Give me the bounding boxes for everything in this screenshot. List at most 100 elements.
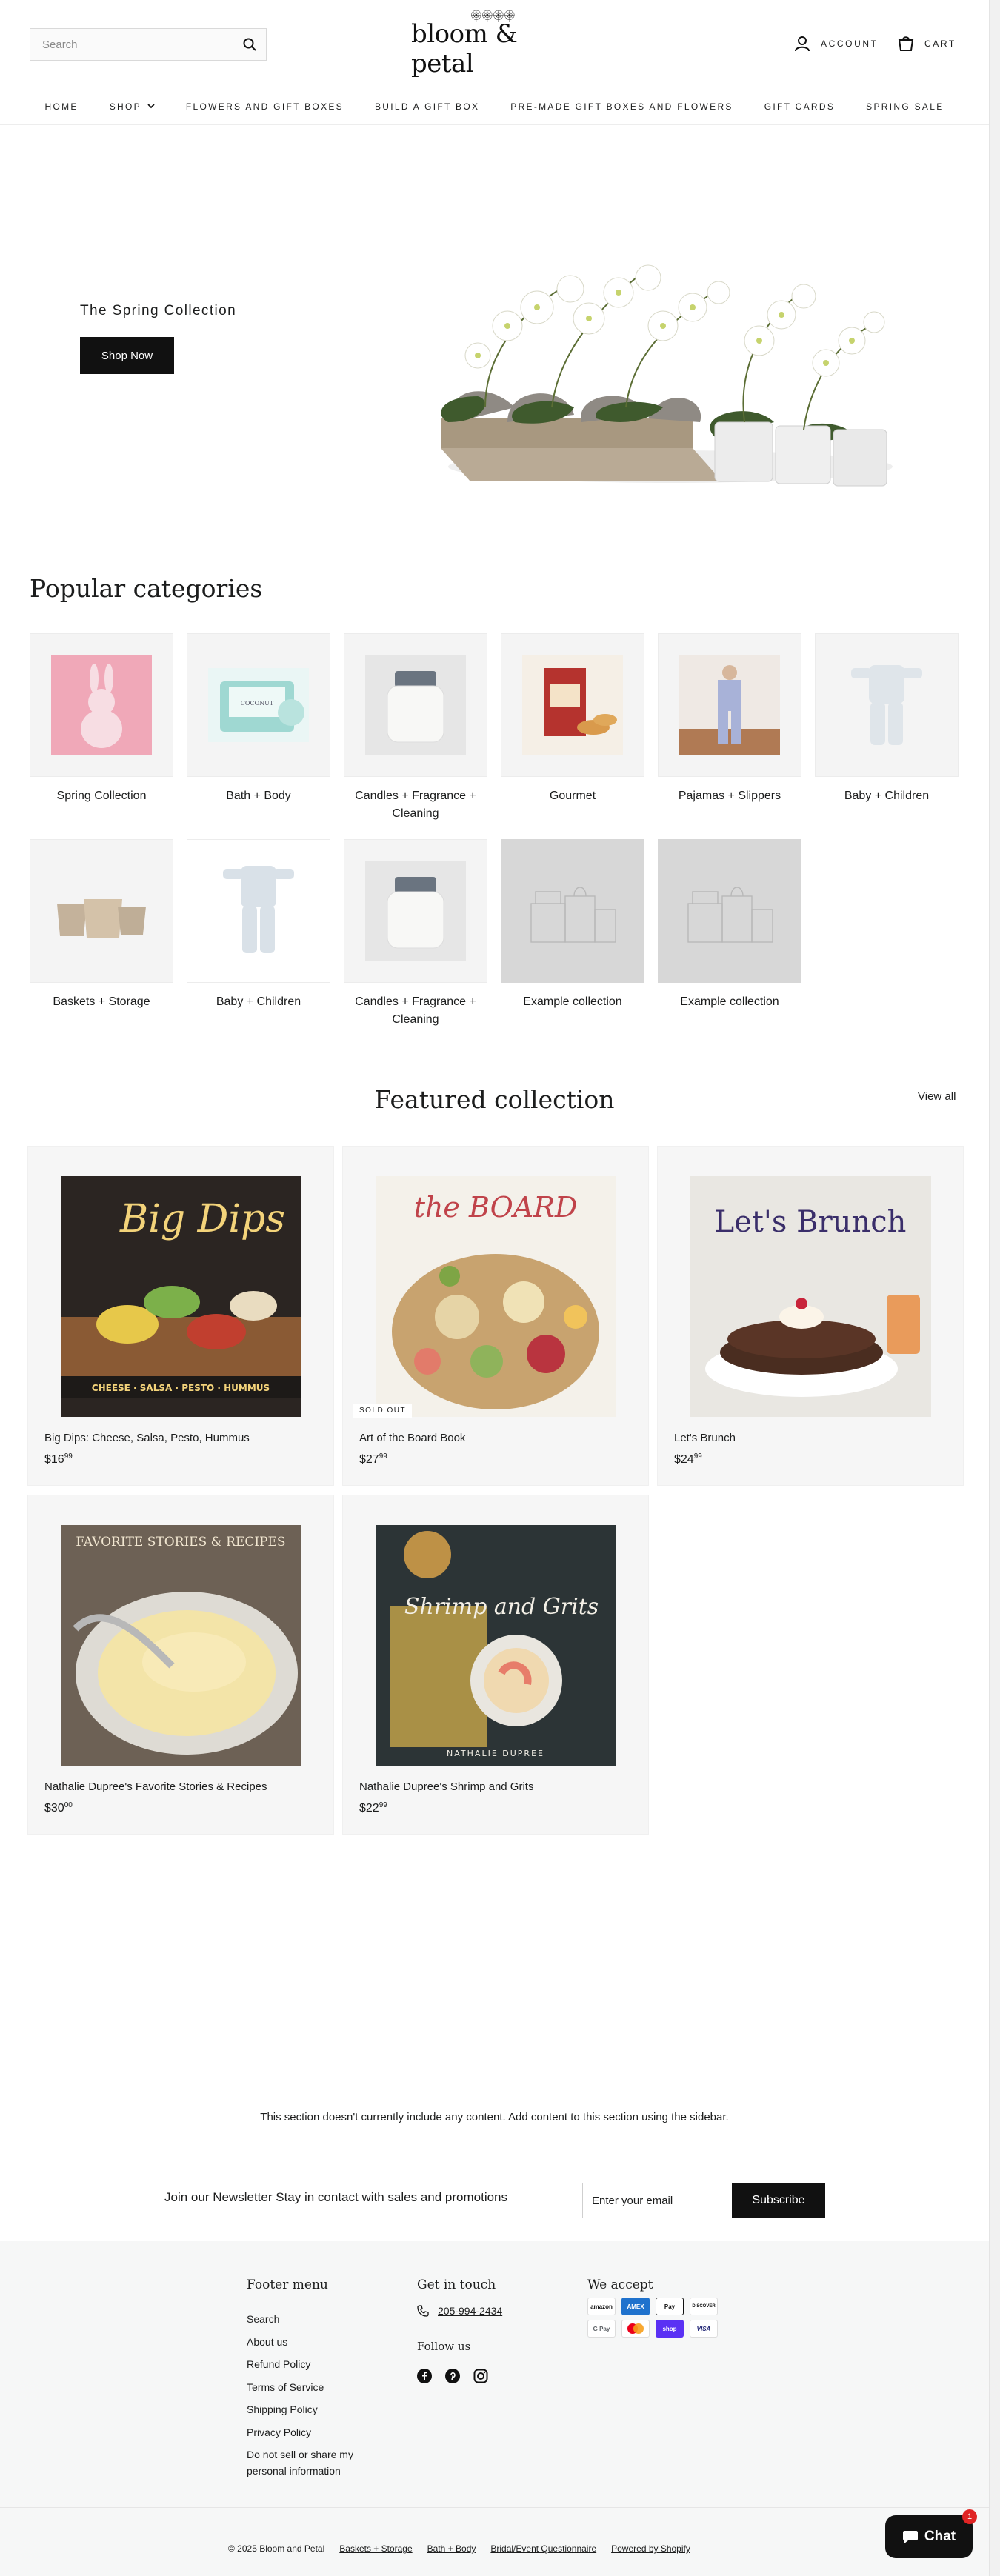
- nav-premade-label: PRE-MADE GIFT BOXES AND FLOWERS: [510, 101, 733, 112]
- category-image-placeholder: [501, 839, 644, 983]
- subscribe-button[interactable]: Subscribe: [732, 2183, 825, 2218]
- placeholder-collection-icon: [530, 887, 616, 943]
- category-label: Spring Collection: [56, 790, 147, 802]
- sold-out-badge: SOLD OUT: [353, 1404, 413, 1418]
- discover-icon: DISCOVER: [690, 2298, 718, 2315]
- product-name: Art of the Board Book: [359, 1432, 466, 1444]
- nav-home-label: HOME: [44, 101, 79, 112]
- price-cents: 00: [64, 1801, 73, 1809]
- account-link[interactable]: ACCOUNT: [794, 33, 879, 55]
- mastercard-circles: [627, 2323, 644, 2334]
- nav-home[interactable]: HOME: [44, 101, 78, 112]
- product-name: Nathalie Dupree's Favorite Stories & Rec…: [44, 1781, 267, 1793]
- phone-icon: [417, 2305, 429, 2317]
- art-of-board-cover-image: the BOARD: [376, 1176, 616, 1417]
- chat-bubble-icon: [902, 2531, 918, 2543]
- product-card-favorite-stories[interactable]: FAVORITE STORIES & RECIPES Nathalie Dupr…: [27, 1495, 334, 1835]
- logo-text: bloom & petal: [411, 19, 518, 79]
- nav-gift-cards[interactable]: GIFT CARDS: [764, 101, 835, 112]
- favorite-stories-cover-image: FAVORITE STORIES & RECIPES: [61, 1525, 301, 1766]
- facebook-icon[interactable]: [417, 2369, 432, 2383]
- category-label: Pajamas + Slippers: [678, 790, 781, 802]
- footer-link-do-not-sell[interactable]: Do not sell or share my personal informa…: [247, 2446, 387, 2479]
- category-candles[interactable]: Candles + Fragrance + Cleaning: [344, 633, 487, 823]
- category-spring-collection[interactable]: Spring Collection: [30, 633, 173, 805]
- search-box: [30, 28, 267, 61]
- cover-title: FAVORITE STORIES & RECIPES: [76, 1535, 285, 1549]
- category-example-1[interactable]: Example collection: [501, 839, 644, 1011]
- nav-spring-sale-label: SPRING SALE: [866, 101, 944, 112]
- shop-now-button[interactable]: Shop Now: [80, 337, 174, 374]
- chat-label: Chat: [924, 2529, 956, 2544]
- pinterest-icon[interactable]: [445, 2369, 460, 2383]
- category-label: Candles + Fragrance + Cleaning: [355, 995, 476, 1026]
- popular-categories-title: Popular categories: [30, 574, 263, 603]
- product-image: the BOARD: [376, 1176, 616, 1417]
- newsletter-email-input[interactable]: [582, 2183, 730, 2218]
- chat-button[interactable]: Chat 1: [885, 2509, 977, 2558]
- featured-collection-title: Featured collection: [374, 1085, 615, 1114]
- product-card-big-dips[interactable]: Big Dips CHEESE · SALSA · PESTO · HUMMUS…: [27, 1146, 334, 1486]
- category-baskets-storage[interactable]: Baskets + Storage: [30, 839, 173, 1011]
- footer-link-privacy[interactable]: Privacy Policy: [247, 2424, 311, 2440]
- user-icon: [795, 36, 810, 52]
- hero-title: The Spring Collection: [80, 303, 237, 318]
- category-label: Baby + Children: [844, 790, 930, 802]
- instagram-icon[interactable]: [473, 2369, 488, 2383]
- product-price: $1699: [44, 1452, 73, 1466]
- category-label: Example collection: [523, 995, 622, 1008]
- footer-link-search[interactable]: Search: [247, 2311, 279, 2327]
- footer-link-about[interactable]: About us: [247, 2334, 287, 2350]
- cover-title: Let's Brunch: [715, 1205, 907, 1239]
- baby-pajamas-image: [223, 866, 294, 953]
- nav-premade-gift-boxes[interactable]: PRE-MADE GIFT BOXES AND FLOWERS: [510, 101, 733, 112]
- category-image: [658, 633, 801, 777]
- category-image: COCONUT: [187, 633, 330, 777]
- price-main: $30: [44, 1802, 64, 1815]
- category-baby-children-2[interactable]: Baby + Children: [187, 839, 330, 1011]
- category-label: Bath + Body: [226, 790, 291, 802]
- nav-build-gift-box[interactable]: BUILD A GIFT BOX: [375, 101, 479, 112]
- category-pajamas-slippers[interactable]: Pajamas + Slippers: [658, 633, 801, 805]
- site-logo[interactable]: bloom & petal: [411, 9, 578, 79]
- search-button[interactable]: [233, 29, 266, 60]
- product-price: $3000: [44, 1801, 73, 1815]
- category-gourmet[interactable]: Gourmet: [501, 633, 644, 805]
- newsletter-section: Join our Newsletter Stay in contact with…: [0, 2158, 989, 2240]
- product-price: $2499: [674, 1452, 702, 1466]
- bottom-link-shopify[interactable]: Powered by Shopify: [611, 2543, 690, 2554]
- price-cents: 99: [379, 1801, 387, 1809]
- social-links: [417, 2369, 488, 2383]
- scrollbar[interactable]: [989, 0, 1000, 2576]
- cover-title: the BOARD: [414, 1191, 578, 1224]
- category-example-2[interactable]: Example collection: [658, 839, 801, 1011]
- bottom-link-bath[interactable]: Bath + Body: [427, 2543, 476, 2554]
- product-name: Big Dips: Cheese, Salsa, Pesto, Hummus: [44, 1432, 250, 1444]
- footer-link-terms[interactable]: Terms of Service: [247, 2379, 324, 2395]
- product-card-shrimp-grits[interactable]: Shrimp and Grits NATHALIE DUPREE Nathali…: [342, 1495, 649, 1835]
- product-card-art-of-the-board[interactable]: the BOARD SOLD OUT Art of the Board Book…: [342, 1146, 649, 1486]
- footer-link-refund[interactable]: Refund Policy: [247, 2356, 310, 2372]
- baby-pajamas-image: [851, 665, 922, 745]
- cart-link[interactable]: CART: [898, 33, 956, 55]
- product-card-lets-brunch[interactable]: Let's Brunch Let's Brunch $2499: [657, 1146, 964, 1486]
- product-image: Shrimp and Grits NATHALIE DUPREE: [376, 1525, 616, 1766]
- copyright-row: © 2025 Bloom and Petal Baskets + Storage…: [228, 2543, 690, 2554]
- category-label: Baby + Children: [216, 995, 301, 1008]
- category-label: Example collection: [680, 995, 779, 1008]
- nav-shop[interactable]: SHOP: [110, 101, 155, 112]
- copyright-text: © 2025 Bloom and Petal: [228, 2543, 325, 2554]
- bottom-link-bridal[interactable]: Bridal/Event Questionnaire: [490, 2543, 596, 2554]
- nav-spring-sale[interactable]: SPRING SALE: [866, 101, 944, 112]
- category-candles-2[interactable]: Candles + Fragrance + Cleaning: [344, 839, 487, 1029]
- nav-flowers-gift-boxes[interactable]: FLOWERS AND GIFT BOXES: [186, 101, 344, 112]
- view-all-link[interactable]: View all: [918, 1090, 956, 1103]
- footer-link-shipping[interactable]: Shipping Policy: [247, 2401, 318, 2417]
- cover-subtitle: CHEESE · SALSA · PESTO · HUMMUS: [92, 1383, 270, 1393]
- bottom-link-baskets[interactable]: Baskets + Storage: [339, 2543, 412, 2554]
- category-bath-body[interactable]: COCONUT Bath + Body: [187, 633, 330, 805]
- phone-contact[interactable]: 205-994-2434: [417, 2305, 502, 2317]
- search-input[interactable]: [30, 29, 233, 60]
- category-baby-children[interactable]: Baby + Children: [815, 633, 959, 805]
- product-image: FAVORITE STORIES & RECIPES: [61, 1525, 301, 1766]
